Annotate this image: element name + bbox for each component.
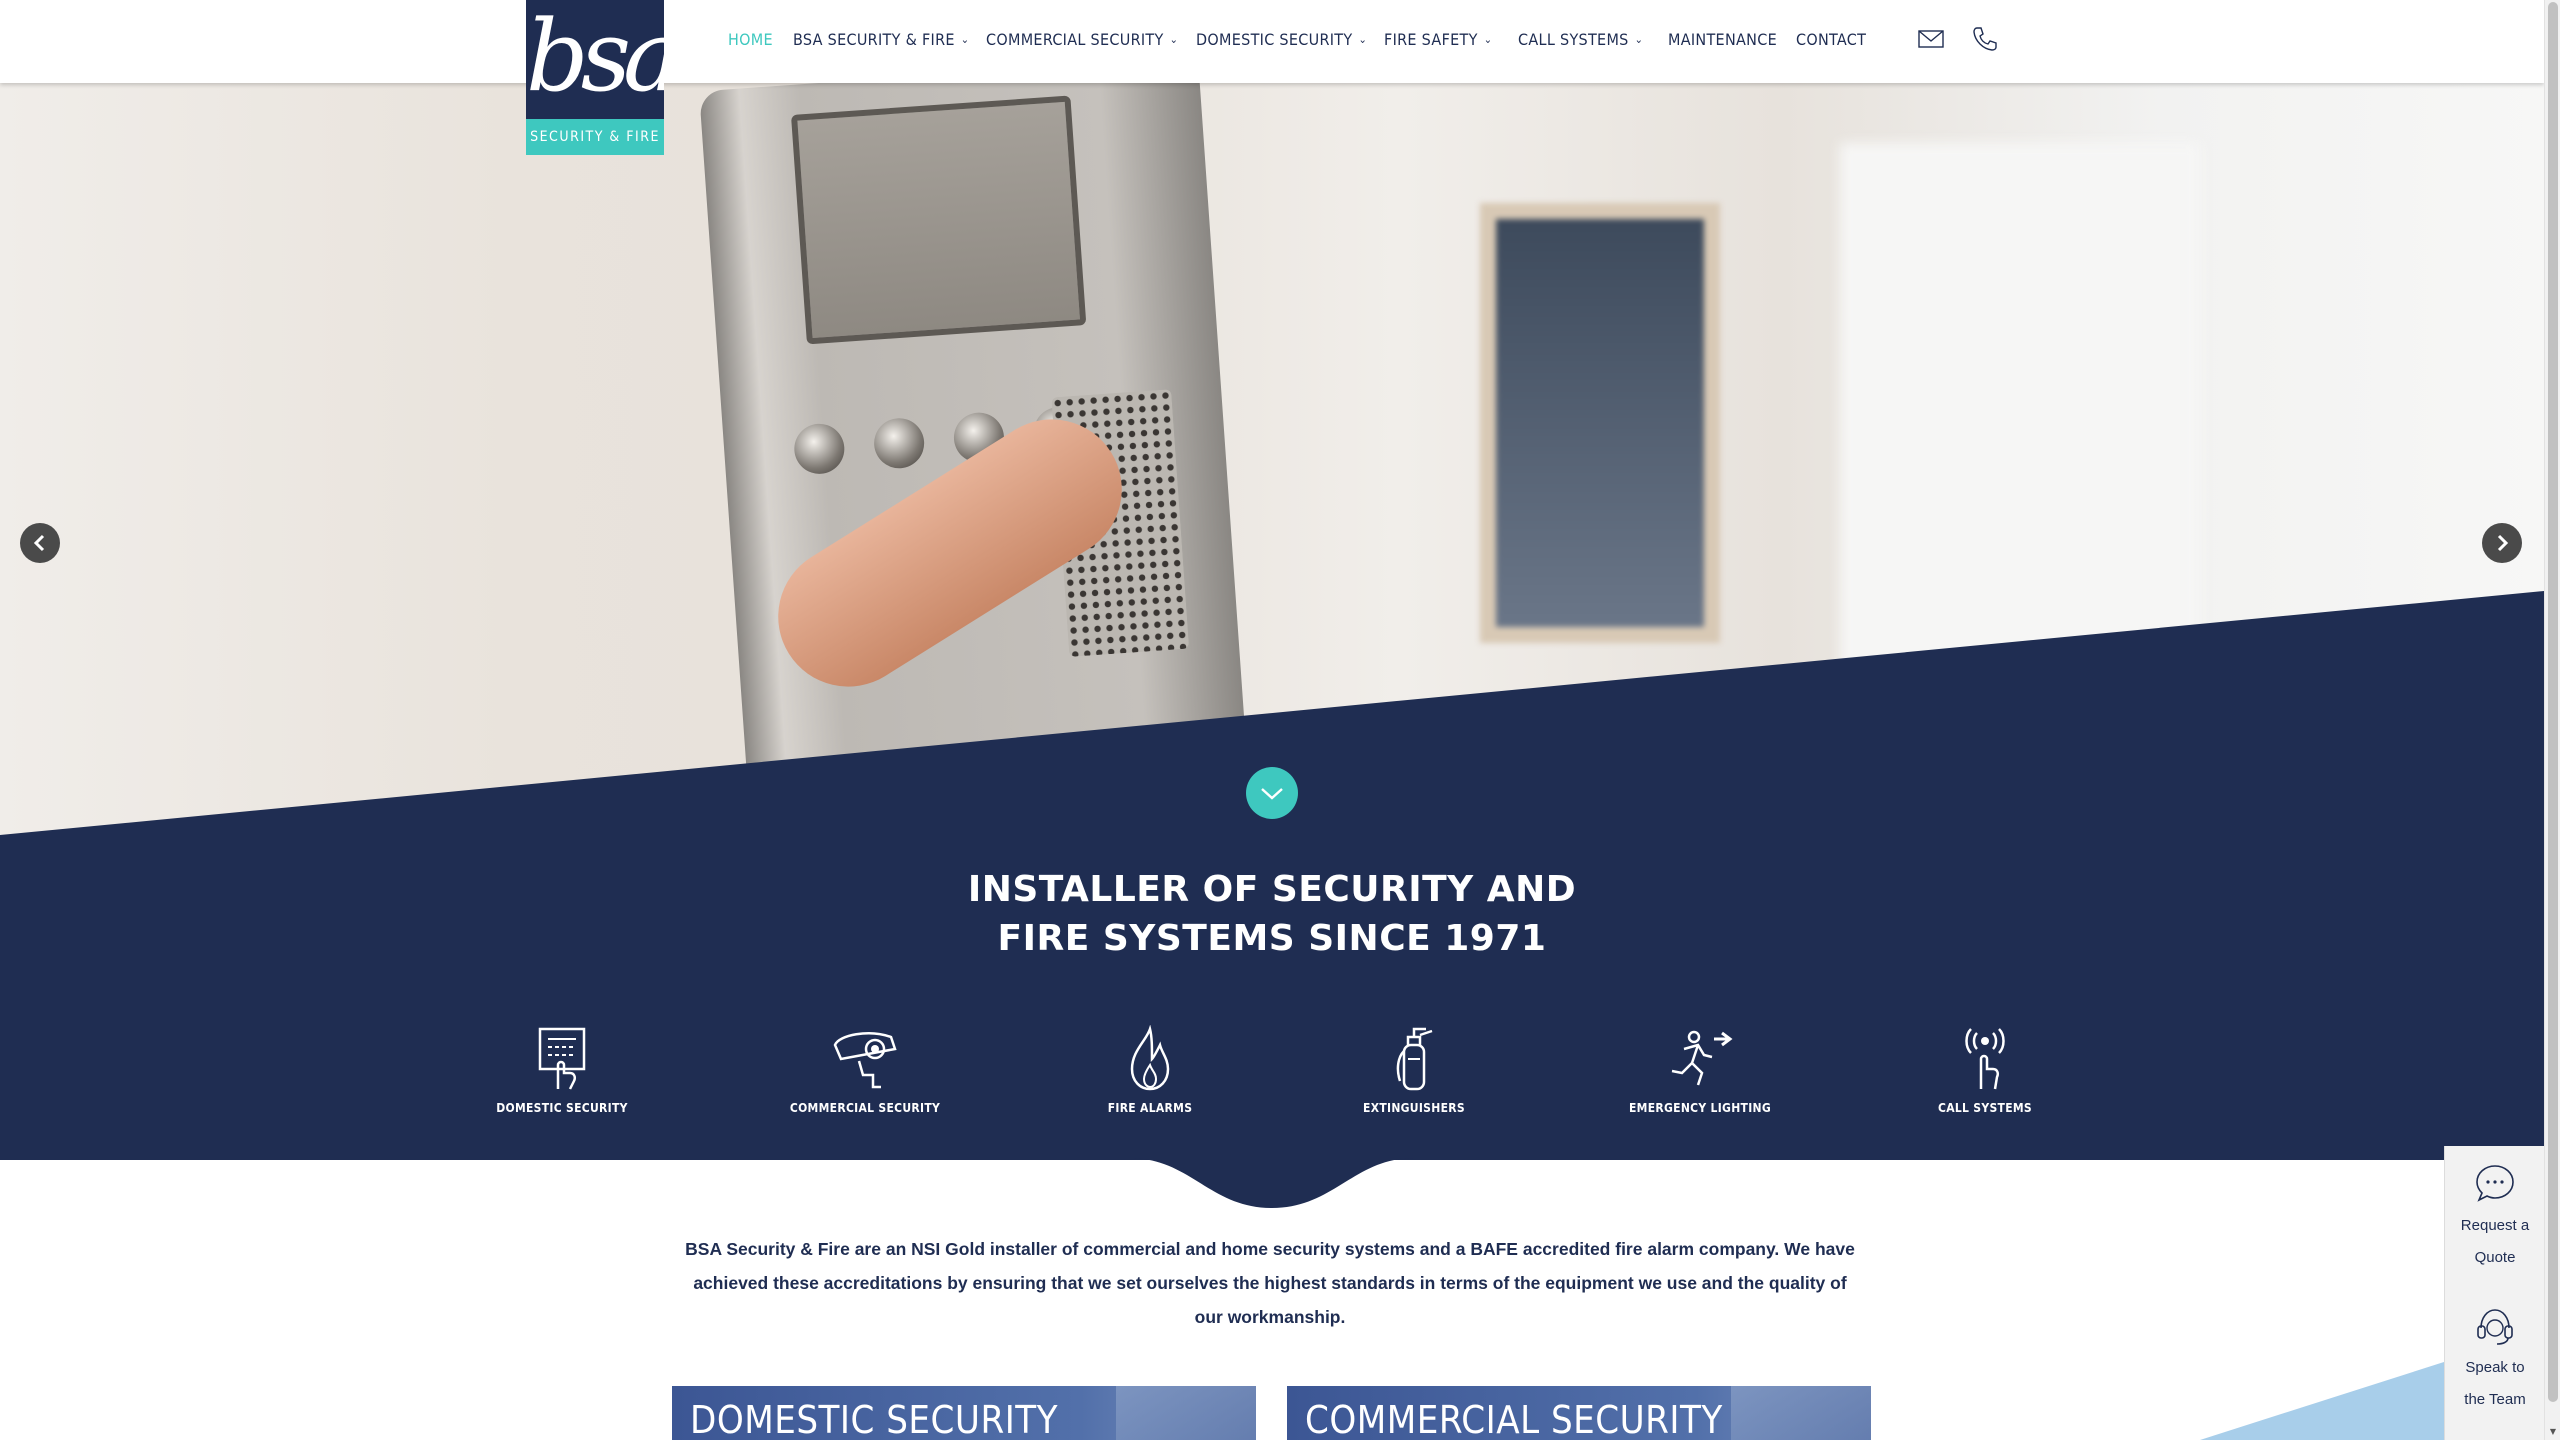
section-notch-shape <box>1130 1158 1414 1208</box>
nav-fire-safety[interactable]: FIRE SAFETY ⌄ <box>1384 30 1492 49</box>
service-label: CALL SYSTEMS <box>1937 1101 2033 1115</box>
slider-next-button[interactable] <box>2482 523 2522 563</box>
fire-extinguisher-icon <box>1396 1027 1433 1091</box>
card-photo <box>1731 1386 1871 1440</box>
service-domestic-security[interactable]: DOMESTIC SECURITY <box>452 1025 672 1115</box>
card-title: DOMESTIC SECURITY <box>690 1398 1059 1440</box>
service-commercial-security[interactable]: COMMERCIAL SECURITY <box>755 1025 975 1115</box>
service-extinguishers[interactable]: EXTINGUISHERS <box>1304 1025 1524 1115</box>
nav-fire-safety-label: FIRE SAFETY <box>1384 30 1478 49</box>
chevron-down-icon: ⌄ <box>1169 33 1179 46</box>
request-quote-line-2: Quote <box>2474 1249 2516 1266</box>
speak-to-team-line-2: the Team <box>2464 1391 2526 1408</box>
chevron-down-icon <box>1261 788 1283 800</box>
nav-commercial-security[interactable]: COMMERCIAL SECURITY ⌄ <box>986 30 1178 49</box>
page-headline: INSTALLER OF SECURITY AND FIRE SYSTEMS S… <box>0 865 2544 963</box>
logo-tagline: SECURITY & FIRE <box>526 119 664 155</box>
nav-contact[interactable]: CONTACT <box>1796 30 1866 49</box>
service-label: FIRE ALARMS <box>1107 1101 1193 1115</box>
scroll-down-arrow-icon[interactable]: ▼ <box>2547 1426 2559 1438</box>
nav-domestic-label: DOMESTIC SECURITY <box>1196 30 1353 49</box>
flame-icon <box>1130 1025 1170 1091</box>
nav-maintenance-label: MAINTENANCE <box>1668 30 1777 49</box>
card-commercial-security[interactable]: COMMERCIAL SECURITY <box>1287 1386 1871 1440</box>
slider-prev-button[interactable] <box>20 523 60 563</box>
nav-bsa-security-fire[interactable]: BSA SECURITY & FIRE ⌄ <box>793 30 969 49</box>
speak-to-team-button[interactable]: Speak to the Team <box>2445 1304 2545 1416</box>
service-label: DOMESTIC SECURITY <box>496 1101 628 1115</box>
card-domestic-security[interactable]: DOMESTIC SECURITY <box>672 1386 1256 1440</box>
chevron-down-icon: ⌄ <box>960 33 970 46</box>
chevron-down-icon: ⌄ <box>1634 33 1644 46</box>
service-fire-alarms[interactable]: FIRE ALARMS <box>1040 1025 1260 1115</box>
nav-bsa-label: BSA SECURITY & FIRE <box>793 30 955 49</box>
headline-line-2: FIRE SYSTEMS SINCE 1971 <box>997 918 1547 959</box>
logo-mark: bsa <box>526 0 664 114</box>
keypad-icon <box>538 1027 586 1090</box>
envelope-icon[interactable] <box>1916 24 1946 54</box>
nav-maintenance[interactable]: MAINTENANCE <box>1668 30 1777 49</box>
main-nav: HOME BSA SECURITY & FIRE ⌄ COMMERCIAL SEC… <box>0 0 2544 83</box>
headline-line-1: INSTALLER OF SECURITY AND <box>967 869 1577 910</box>
request-quote-line-1: Request a <box>2460 1217 2530 1234</box>
speak-to-team-line-1: Speak to <box>2465 1359 2525 1376</box>
scroll-down-button[interactable] <box>1246 767 1298 819</box>
services-band: INSTALLER OF SECURITY AND FIRE SYSTEMS S… <box>0 835 2544 1160</box>
request-quote-button[interactable]: Request a Quote <box>2445 1162 2545 1274</box>
hero-slider <box>0 83 2544 838</box>
nav-call-systems[interactable]: CALL SYSTEMS ⌄ <box>1518 30 1643 49</box>
contact-widget: Request a Quote Speak to the Team <box>2444 1146 2544 1440</box>
chat-bubble-icon <box>2476 1165 2514 1202</box>
cctv-camera-icon <box>833 1032 897 1089</box>
service-label: COMMERCIAL SECURITY <box>789 1101 941 1115</box>
nav-home-label: HOME <box>728 30 773 49</box>
service-emergency-lighting[interactable]: EMERGENCY LIGHTING <box>1590 1025 1810 1115</box>
chevron-down-icon: ⌄ <box>1483 33 1493 46</box>
nav-call-systems-label: CALL SYSTEMS <box>1518 30 1629 49</box>
page-scrollbar[interactable]: ▼ <box>2544 0 2560 1440</box>
chevron-left-icon <box>33 534 45 552</box>
headset-icon <box>2477 1309 2513 1345</box>
bsa-logo[interactable]: bsa SECURITY & FIRE <box>526 0 664 155</box>
nav-domestic-security[interactable]: DOMESTIC SECURITY ⌄ <box>1196 30 1367 49</box>
emergency-exit-icon <box>1671 1030 1733 1086</box>
site-header: HOME BSA SECURITY & FIRE ⌄ COMMERCIAL SEC… <box>0 0 2544 83</box>
chevron-down-icon: ⌄ <box>1358 33 1368 46</box>
card-title: COMMERCIAL SECURITY <box>1305 1398 1723 1440</box>
hero-wave-shape <box>0 591 2544 838</box>
intro-paragraph: BSA Security & Fire are an NSI Gold inst… <box>685 1239 1855 1327</box>
chevron-right-icon <box>2497 534 2509 552</box>
card-photo <box>1116 1386 1256 1440</box>
scrollbar-thumb[interactable] <box>2548 2 2558 1402</box>
nav-home[interactable]: HOME <box>728 30 773 49</box>
service-call-systems[interactable]: CALL SYSTEMS <box>1875 1025 2095 1115</box>
service-label: EXTINGUISHERS <box>1363 1101 1465 1115</box>
nav-commercial-label: COMMERCIAL SECURITY <box>986 30 1164 49</box>
phone-icon[interactable] <box>1970 24 2000 54</box>
call-signal-icon <box>1965 1028 2005 1090</box>
nav-contact-label: CONTACT <box>1796 30 1867 49</box>
service-label: EMERGENCY LIGHTING <box>1628 1101 1772 1115</box>
